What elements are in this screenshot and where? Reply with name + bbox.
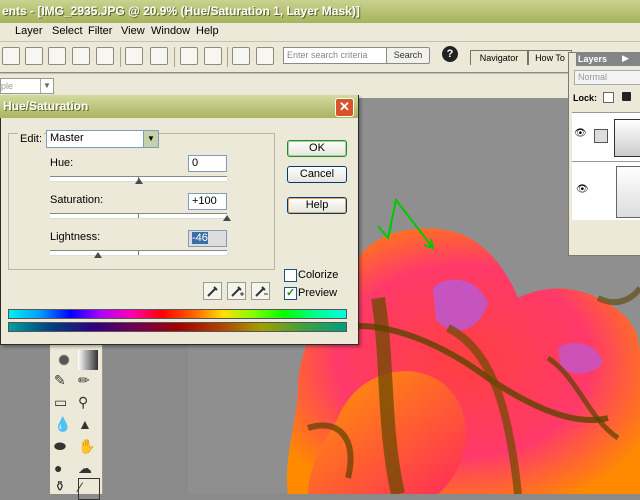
hue-slider-thumb[interactable]	[134, 178, 143, 184]
help-button[interactable]: Help	[287, 197, 347, 214]
eye-icon[interactable]: 👁	[574, 128, 591, 144]
output-color-bar	[8, 322, 347, 332]
brush-icon[interactable]: ✎	[54, 372, 74, 392]
eye-icon[interactable]: 👁	[576, 184, 589, 195]
ok-button[interactable]: OK	[287, 140, 347, 157]
window-titlebar: ents - [IMG_2935.JPG @ 20.9% (Hue/Satura…	[0, 0, 640, 24]
save-for-web-icon[interactable]	[25, 47, 43, 65]
palette-menu-icon[interactable]: ▶	[622, 53, 629, 64]
menu-bar: Layer Select Filter View Window Help	[0, 23, 640, 42]
input-color-bar	[8, 309, 347, 319]
menu-help[interactable]: Help	[196, 25, 219, 37]
burn-icon[interactable]: ●	[54, 460, 74, 480]
mode-value: ple	[1, 81, 14, 91]
menu-filter[interactable]: Filter	[88, 25, 112, 37]
dodge-icon[interactable]: ✋	[78, 438, 98, 458]
close-icon[interactable]: ✕	[335, 98, 354, 117]
redo-icon[interactable]	[204, 47, 222, 65]
colorize-label: Colorize	[298, 269, 339, 281]
layer-row-background[interactable]: 👁	[572, 162, 640, 220]
sharpen-icon[interactable]: ▲	[78, 416, 98, 436]
saturation-field[interactable]: +100	[188, 193, 227, 210]
save-icon[interactable]	[2, 47, 20, 65]
adjustment-icon	[594, 129, 608, 143]
saturation-slider[interactable]	[50, 213, 227, 219]
email-icon[interactable]	[96, 47, 114, 65]
eraser-icon[interactable]: ▭	[54, 394, 74, 414]
tab-how-to[interactable]: How To	[528, 50, 572, 65]
quick-fix-icon[interactable]	[232, 47, 250, 65]
edit-value: Master	[50, 132, 84, 144]
mode-select[interactable]: ple ▼	[0, 78, 54, 94]
saturation-slider-thumb[interactable]	[223, 215, 231, 221]
menu-layer[interactable]: Layer	[15, 25, 43, 37]
help-icon[interactable]: ?	[442, 46, 458, 62]
hand-icon[interactable]: ⚱	[54, 478, 74, 498]
lock-label: Lock:	[573, 93, 598, 103]
blur-icon[interactable]: 💧	[54, 416, 74, 436]
layer-mask-thumbnail[interactable]	[614, 119, 640, 157]
cloud-icon[interactable]	[256, 47, 274, 65]
preview-label: Preview	[298, 287, 338, 299]
layer-row-adjustment[interactable]: 👁	[572, 112, 640, 162]
tab-navigator[interactable]: Navigator	[470, 50, 528, 65]
dialog-title: Hue/Saturation	[3, 99, 89, 113]
print-icon[interactable]	[48, 47, 66, 65]
smudge-icon[interactable]: ☁	[78, 460, 98, 480]
search-input[interactable]: Enter search criteria	[283, 47, 388, 64]
cancel-button[interactable]: Cancel	[287, 166, 347, 183]
lock-icon[interactable]	[622, 92, 631, 101]
lightness-value: -46	[192, 232, 208, 244]
sponge-icon[interactable]: ⬬	[54, 438, 74, 458]
layer-thumbnail[interactable]	[616, 166, 640, 218]
saturation-label: Saturation:	[50, 194, 104, 206]
layers-palette-title: Layers	[578, 54, 608, 64]
lightness-slider[interactable]	[50, 250, 227, 256]
online-services-icon[interactable]	[150, 47, 168, 65]
menu-view[interactable]: View	[121, 25, 145, 37]
toolbox: ✎ ✏ ▭ ⚲ 💧 ▲ ⬬ ✋ ● ☁ ⚱ ⁄	[50, 340, 103, 500]
pencil-icon[interactable]: ✏	[78, 372, 98, 392]
browse-icon[interactable]	[72, 47, 90, 65]
chevron-down-icon: ▼	[40, 79, 53, 93]
lightness-label: Lightness:	[50, 231, 101, 243]
hue-field[interactable]: 0	[188, 155, 227, 172]
undo-icon[interactable]	[180, 47, 198, 65]
stamp-icon[interactable]: ⚲	[78, 394, 98, 414]
colorize-checkbox[interactable]	[284, 269, 297, 282]
menu-window[interactable]: Window	[151, 25, 190, 37]
blend-mode-select[interactable]: Normal	[574, 70, 640, 85]
eyedropper-icon[interactable]: ⁄	[78, 478, 100, 500]
eyedropper-icon[interactable]	[203, 282, 222, 300]
gradient-icon[interactable]	[78, 350, 98, 370]
lightness-slider-thumb[interactable]	[93, 252, 102, 258]
eyedropper-plus-icon[interactable]	[227, 282, 246, 300]
lightness-field[interactable]: -46	[188, 230, 227, 247]
hue-label: Hue:	[50, 157, 74, 169]
edit-select[interactable]: Master ▼	[46, 130, 159, 148]
eyedropper-minus-icon[interactable]	[251, 282, 270, 300]
preview-checkbox[interactable]: ✓	[284, 287, 297, 300]
search-button[interactable]: Search	[386, 47, 430, 64]
print-preview-icon[interactable]	[125, 47, 143, 65]
menu-select[interactable]: Select	[52, 25, 83, 37]
window-title: ents - [IMG_2935.JPG @ 20.9% (Hue/Satura…	[2, 4, 360, 18]
edit-label: Edit:	[18, 133, 45, 145]
paint-bucket-icon[interactable]	[54, 350, 74, 370]
chevron-down-icon: ▼	[143, 131, 158, 147]
lock-transparency-checkbox[interactable]	[603, 92, 614, 103]
checkmark-icon: ✓	[286, 287, 296, 299]
